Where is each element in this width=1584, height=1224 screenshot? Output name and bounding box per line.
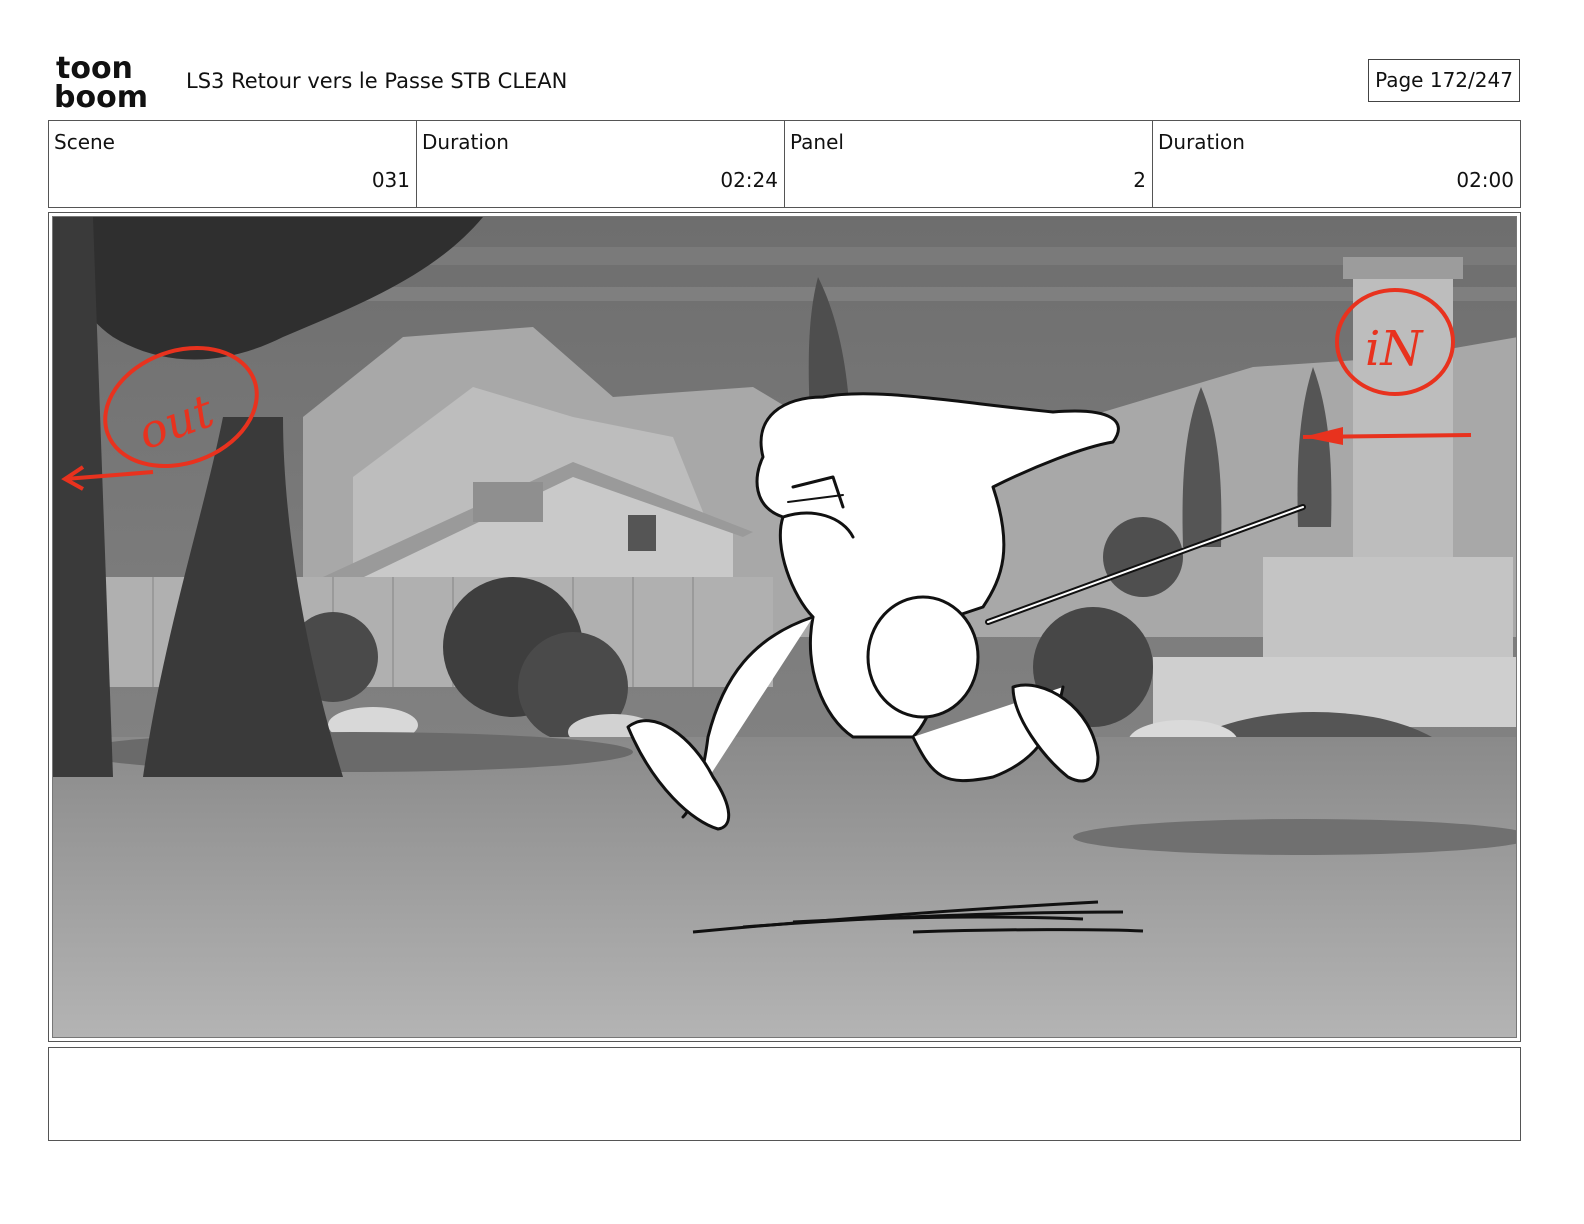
- scene-duration-label: Duration: [422, 130, 509, 154]
- panel-info-table: Scene 031 Duration 02:24 Panel 2 Duratio…: [48, 120, 1521, 208]
- panel-duration-cell: Duration 02:00: [1153, 121, 1520, 207]
- scene-duration-value: 02:24: [720, 168, 778, 192]
- scene-value: 031: [371, 168, 410, 192]
- panel-image: out iN: [52, 216, 1517, 1038]
- panel-cell: Panel 2: [785, 121, 1153, 207]
- scene-cell: Scene 031: [49, 121, 417, 207]
- logo-bottom-text: boom: [54, 80, 148, 110]
- toonboom-logo: toon boom: [52, 51, 164, 115]
- scene-duration-cell: Duration 02:24: [417, 121, 785, 207]
- page-indicator: Page 172/247: [1368, 59, 1520, 102]
- panel-label: Panel: [790, 130, 844, 154]
- notes-box[interactable]: [48, 1047, 1521, 1141]
- panel-duration-value: 02:00: [1456, 168, 1514, 192]
- panel-duration-label: Duration: [1158, 130, 1245, 154]
- scene-label: Scene: [54, 130, 115, 154]
- project-title: LS3 Retour vers le Passe STB CLEAN: [186, 69, 568, 93]
- panel-value: 2: [1133, 168, 1146, 192]
- in-annotation-text: iN: [1365, 321, 1424, 377]
